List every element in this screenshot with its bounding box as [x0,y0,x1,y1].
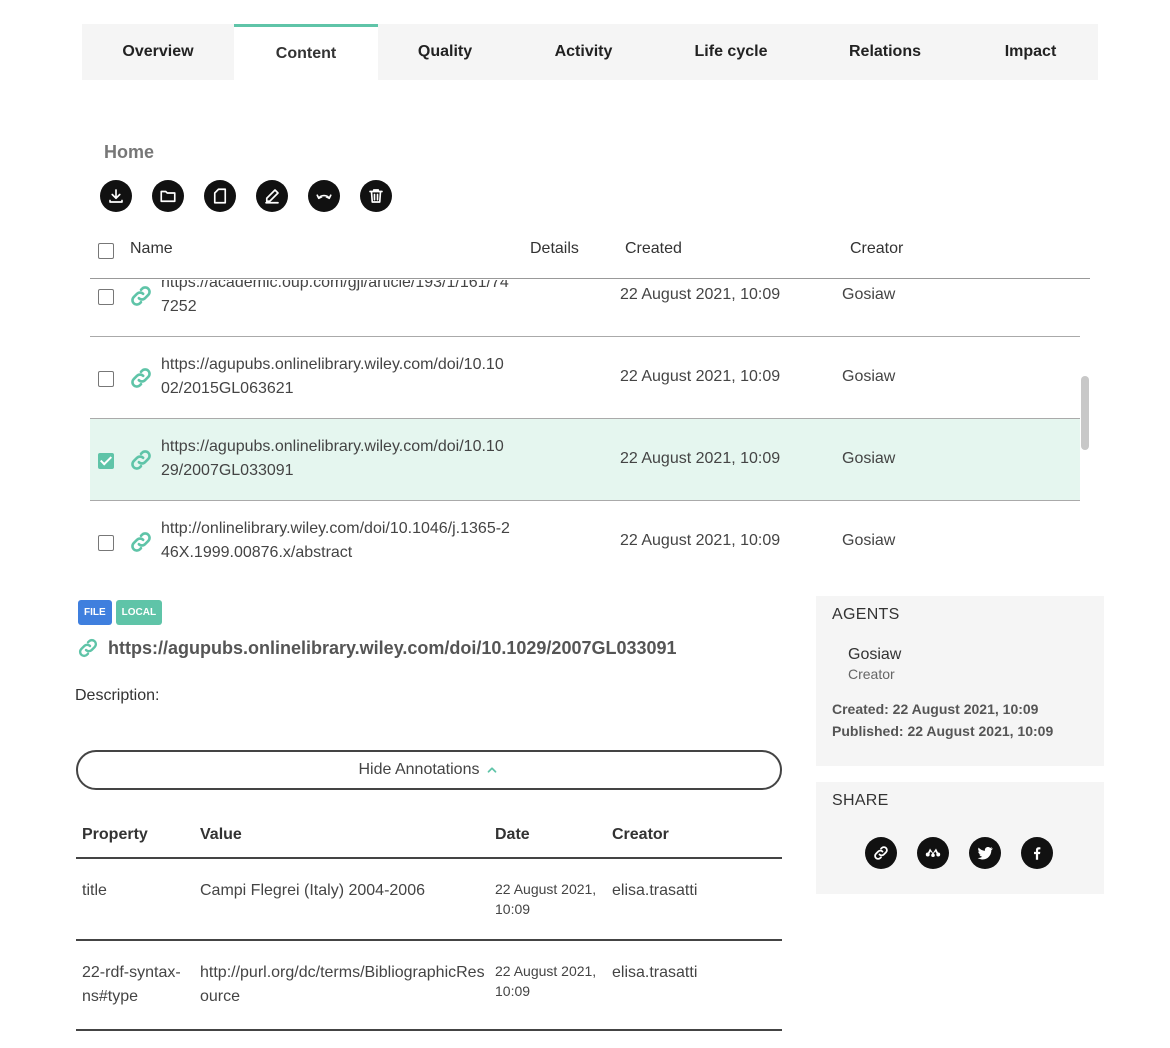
edit-icon[interactable] [256,180,288,212]
hide-annotations-button[interactable]: Hide Annotations [76,750,782,790]
detail-title: https://agupubs.onlinelibrary.wiley.com/… [76,636,677,660]
tab-impact[interactable]: Impact [963,24,1098,80]
agent-role: Creator [848,666,895,682]
row-checkbox[interactable] [98,453,114,469]
tab-life-cycle[interactable]: Life cycle [655,24,807,80]
folder-icon[interactable] [152,180,184,212]
link-icon[interactable] [865,837,897,869]
file-table-header: Name Details Created Creator [90,232,1090,279]
file-table-body: https://academic.oup.com/gji/article/193… [90,280,1080,580]
annotation-creator: elisa.trasatti [612,964,698,981]
annotation-date: 22 August 2021, 10:09 [495,881,597,917]
agents-panel: AGENTS Gosiaw Creator Created: 22 August… [816,596,1104,766]
chevron-up-icon [488,767,497,773]
annotation-creator: elisa.trasatti [612,882,698,899]
table-row-selected[interactable]: https://agupubs.onlinelibrary.wiley.com/… [90,419,1080,501]
row-checkbox[interactable] [98,371,114,387]
link-icon [131,450,151,470]
twitter-icon[interactable] [969,837,1001,869]
file-badge: FILE [78,600,112,625]
column-details: Details [530,240,579,257]
select-all-checkbox[interactable] [98,243,114,259]
annotation-date: 22 August 2021, 10:09 [495,963,597,999]
link-icon [131,532,151,552]
badge-group: FILE LOCAL [78,600,163,625]
column-creator: Creator [612,826,669,843]
file-creator: Gosiaw [842,286,896,303]
agents-title: AGENTS [832,606,900,623]
tab-content[interactable]: Content [234,24,378,80]
annotation-value: Campi Flegrei (Italy) 2004-2006 [200,882,425,899]
file-name[interactable]: http://onlinelibrary.wiley.com/doi/10.10… [161,517,511,565]
undo-icon[interactable] [308,180,340,212]
file-creator: Gosiaw [842,532,896,549]
file-name[interactable]: https://academic.oup.com/gji/article/193… [161,280,511,319]
annotation-property: title [82,882,107,899]
annotations-header: Property Value Date Creator [76,812,782,859]
share-panel: SHARE [816,782,1104,894]
column-value: Value [200,826,242,843]
annotation-property: 22-rdf-syntax-ns#type [82,964,181,1005]
link-icon [131,368,151,388]
column-name[interactable]: Name [130,240,173,258]
file-icon[interactable] [204,180,236,212]
table-row[interactable]: http://onlinelibrary.wiley.com/doi/10.10… [90,501,1080,580]
share-title: SHARE [832,792,889,809]
mendeley-icon[interactable] [917,837,949,869]
tab-quality[interactable]: Quality [378,24,512,80]
agent-name[interactable]: Gosiaw [848,646,1088,664]
link-icon [131,286,151,306]
row-checkbox[interactable] [98,289,114,305]
row-checkbox[interactable] [98,535,114,551]
download-icon[interactable] [100,180,132,212]
column-created[interactable]: Created [625,240,682,258]
file-creator: Gosiaw [842,450,896,467]
file-created: 22 August 2021, 10:09 [620,450,781,467]
link-icon [78,638,98,658]
annotation-value: http://purl.org/dc/terms/BibliographicRe… [200,964,485,1005]
created-date: Created: 22 August 2021, 10:09 [832,701,1039,717]
file-name[interactable]: https://agupubs.onlinelibrary.wiley.com/… [161,435,511,483]
annotation-row: title Campi Flegrei (Italy) 2004-2006 22… [76,859,782,941]
column-date: Date [495,826,530,843]
file-created: 22 August 2021, 10:09 [620,532,781,549]
column-creator[interactable]: Creator [850,240,903,258]
file-created: 22 August 2021, 10:09 [620,368,781,385]
file-created: 22 August 2021, 10:09 [620,286,781,303]
tab-relations[interactable]: Relations [807,24,963,80]
published-date: Published: 22 August 2021, 10:09 [832,723,1054,739]
table-row[interactable]: https://agupubs.onlinelibrary.wiley.com/… [90,337,1080,419]
annotation-row: 22-rdf-syntax-ns#type http://purl.org/dc… [76,941,782,1031]
breadcrumb[interactable]: Home [104,142,154,163]
column-property: Property [82,826,148,843]
tab-overview[interactable]: Overview [82,24,234,80]
detail-url[interactable]: https://agupubs.onlinelibrary.wiley.com/… [108,638,677,659]
local-badge: LOCAL [115,600,163,625]
description-label: Description: [75,687,160,704]
table-row[interactable]: https://academic.oup.com/gji/article/193… [90,280,1080,337]
tab-bar: Overview Content Quality Activity Life c… [82,24,1098,80]
file-table-scrollbar[interactable] [1081,376,1089,450]
file-creator: Gosiaw [842,368,896,385]
file-toolbar [100,180,392,212]
facebook-icon[interactable] [1021,837,1053,869]
hide-annotations-label: Hide Annotations [358,761,480,778]
trash-icon[interactable] [360,180,392,212]
annotations-table: Property Value Date Creator title Campi … [76,812,782,1031]
file-name[interactable]: https://agupubs.onlinelibrary.wiley.com/… [161,353,511,401]
tab-activity[interactable]: Activity [512,24,655,80]
